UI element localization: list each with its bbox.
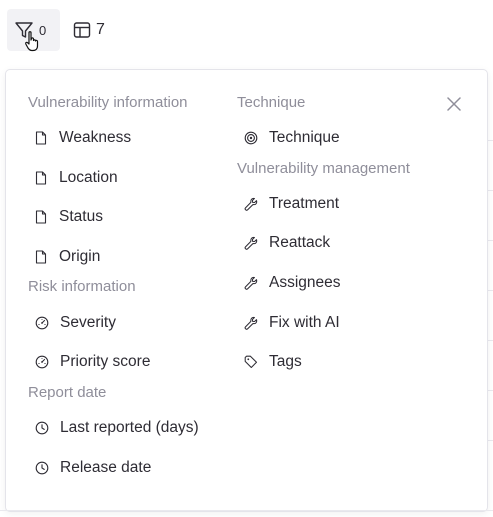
option-label: Origin (59, 248, 101, 265)
section-vulnerability-information: Vulnerability information (28, 94, 188, 111)
clock-icon (35, 421, 49, 435)
table-columns-icon (73, 21, 91, 39)
file-icon (34, 250, 48, 264)
wrench-icon (244, 236, 258, 250)
option-label: Assignees (269, 274, 341, 291)
section-technique: Technique (237, 94, 306, 111)
option-reattack[interactable]: Reattack (244, 234, 330, 252)
option-priority-score[interactable]: Priority score (35, 353, 150, 371)
file-icon (34, 171, 48, 185)
option-location[interactable]: Location (34, 169, 118, 187)
columns-button[interactable]: 7 (66, 9, 116, 51)
option-label: Fix with AI (269, 314, 340, 331)
tag-icon (244, 355, 258, 369)
wrench-icon (244, 276, 258, 290)
wrench-icon (244, 197, 258, 211)
option-label: Reattack (269, 234, 331, 251)
target-icon (244, 131, 258, 145)
option-fix-with-ai[interactable]: Fix with AI (244, 314, 340, 332)
file-icon (34, 210, 48, 224)
option-label: Status (59, 208, 103, 225)
option-release-date[interactable]: Release date (35, 459, 151, 477)
clock-icon (35, 461, 49, 475)
option-label: Severity (60, 314, 116, 331)
option-treatment[interactable]: Treatment (244, 195, 339, 213)
option-weakness[interactable]: Weakness (34, 129, 131, 147)
wrench-icon (244, 316, 258, 330)
background-row-divider (0, 510, 493, 511)
hand-cursor-icon (25, 31, 39, 52)
option-label: Weakness (59, 129, 132, 146)
close-icon (447, 97, 461, 111)
option-label: Tags (269, 353, 302, 370)
option-label: Priority score (60, 353, 151, 370)
option-label: Release date (60, 459, 152, 476)
option-label: Treatment (269, 195, 340, 212)
option-label: Last reported (days) (60, 419, 199, 436)
columns-count: 7 (96, 21, 105, 38)
gauge-icon (35, 355, 49, 369)
section-risk-information: Risk information (28, 278, 136, 295)
option-status[interactable]: Status (34, 208, 103, 226)
option-label: Location (59, 169, 118, 186)
option-origin[interactable]: Origin (34, 248, 100, 266)
section-report-date: Report date (28, 384, 107, 401)
option-label: Technique (269, 129, 340, 146)
option-assignees[interactable]: Assignees (244, 274, 341, 292)
close-button[interactable] (445, 95, 463, 113)
gauge-icon (35, 316, 49, 330)
option-tags[interactable]: Tags (244, 353, 302, 371)
file-icon (34, 131, 48, 145)
option-technique[interactable]: Technique (244, 129, 340, 147)
option-last-reported[interactable]: Last reported (days) (35, 419, 199, 437)
toolbar: 0 7 (0, 0, 493, 62)
option-severity[interactable]: Severity (35, 314, 116, 332)
section-vulnerability-management: Vulnerability management (237, 160, 410, 177)
